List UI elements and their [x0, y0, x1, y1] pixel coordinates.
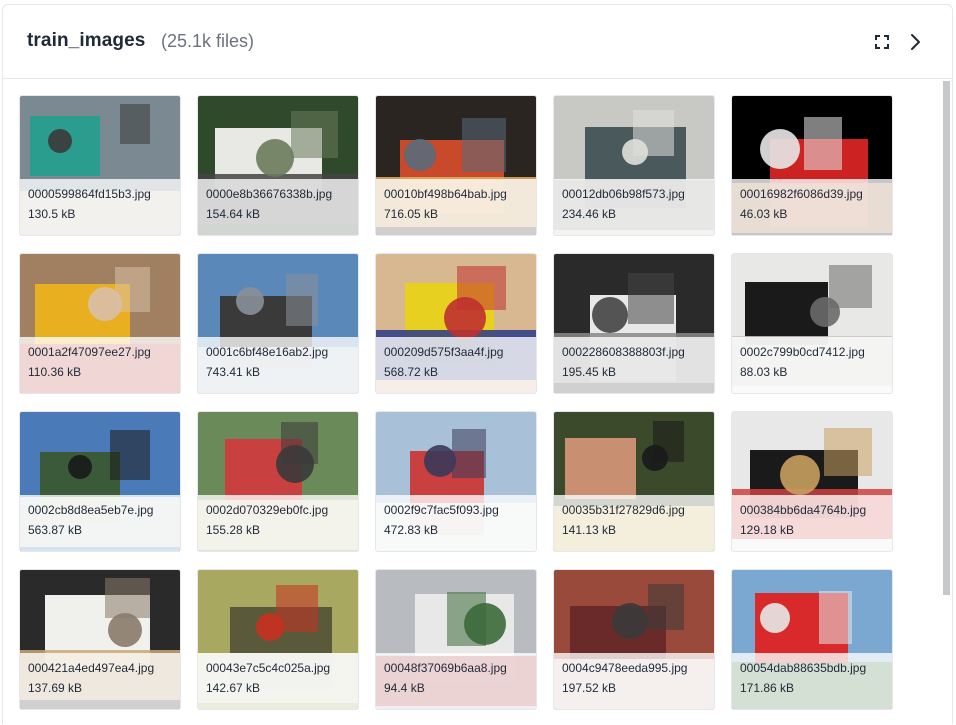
file-size: 154.64 kB: [206, 207, 261, 221]
image-caption: 000228608388803f.jpg 195.45 kB: [554, 337, 714, 393]
image-grid: 0000599864fd15b3.jpg 130.5 kB 0000e8b36676…: [19, 95, 919, 725]
image-caption: 0004c9478eeda995.jpg 197.52 kB: [554, 653, 714, 709]
fullscreen-icon[interactable]: [869, 29, 895, 55]
file-name: 000209d575f3aa4f.jpg: [384, 345, 504, 359]
folder-title: train_images: [27, 30, 146, 51]
file-name: 0000e8b36676338b.jpg: [206, 187, 333, 201]
image-caption: 00016982f6086d39.jpg 46.03 kB: [732, 179, 892, 235]
file-size: 46.03 kB: [740, 207, 788, 221]
file-size: 563.87 kB: [28, 523, 83, 537]
file-name: 00035b31f27829d6.jpg: [562, 503, 685, 517]
image-tile[interactable]: 0004c9478eeda995.jpg 197.52 kB: [553, 569, 715, 710]
image-tile[interactable]: 00035b31f27829d6.jpg 141.13 kB: [553, 411, 715, 552]
image-tile[interactable]: 000209d575f3aa4f.jpg 568.72 kB: [375, 253, 537, 394]
file-size: 197.52 kB: [562, 681, 617, 695]
image-tile[interactable]: 000384bb6da4764b.jpg 129.18 kB: [731, 411, 893, 552]
image-tile[interactable]: 0000e8b36676338b.jpg 154.64 kB: [197, 95, 359, 236]
file-size: 716.05 kB: [384, 207, 439, 221]
image-tile[interactable]: 0001a2f47097ee27.jpg 110.36 kB: [19, 253, 181, 394]
image-caption: 0000e8b36676338b.jpg 154.64 kB: [198, 179, 358, 235]
file-name: 000421a4ed497ea4.jpg: [28, 661, 155, 675]
chevron-right-icon[interactable]: [902, 29, 928, 55]
image-caption: 00010bf498b64bab.jpg 716.05 kB: [376, 179, 536, 235]
image-tile[interactable]: 00043e7c5c4c025a.jpg 142.67 kB: [197, 569, 359, 710]
file-name: 00054dab88635bdb.jpg: [740, 661, 867, 675]
image-tile[interactable]: 00048f37069b6aa8.jpg 94.4 kB: [375, 569, 537, 710]
file-name: 0002d070329eb0fc.jpg: [206, 503, 329, 517]
image-caption: 0002c799b0cd7412.jpg 88.03 kB: [732, 337, 892, 393]
file-name: 0002f9c7fac5f093.jpg: [384, 503, 499, 517]
image-caption: 0002d070329eb0fc.jpg 155.28 kB: [198, 495, 358, 551]
image-tile[interactable]: 00016982f6086d39.jpg 46.03 kB: [731, 95, 893, 236]
image-caption: 0000599864fd15b3.jpg 130.5 kB: [20, 179, 180, 235]
file-size: 472.83 kB: [384, 523, 439, 537]
file-name: 0004c9478eeda995.jpg: [562, 661, 688, 675]
file-name: 00043e7c5c4c025a.jpg: [206, 661, 331, 675]
image-caption: 00054dab88635bdb.jpg 171.86 kB: [732, 653, 892, 709]
image-caption: 0002f9c7fac5f093.jpg 472.83 kB: [376, 495, 536, 551]
image-tile[interactable]: 0001c6bf48e16ab2.jpg 743.41 kB: [197, 253, 359, 394]
image-caption: 000209d575f3aa4f.jpg 568.72 kB: [376, 337, 536, 393]
image-tile[interactable]: 0002f9c7fac5f093.jpg 472.83 kB: [375, 411, 537, 552]
file-size: 130.5 kB: [28, 207, 76, 221]
file-name: 000384bb6da4764b.jpg: [740, 503, 867, 517]
image-caption: 0002cb8d8ea5eb7e.jpg 563.87 kB: [20, 495, 180, 551]
file-size: 137.69 kB: [28, 681, 83, 695]
image-tile[interactable]: 0002c799b0cd7412.jpg 88.03 kB: [731, 253, 893, 394]
image-tile[interactable]: 0002d070329eb0fc.jpg 155.28 kB: [197, 411, 359, 552]
file-browser-panel: train_images (25.1k files) 0000599864fd1…: [2, 4, 953, 725]
file-size: 142.67 kB: [206, 681, 261, 695]
image-caption: 00048f37069b6aa8.jpg 94.4 kB: [376, 653, 536, 709]
image-caption: 000421a4ed497ea4.jpg 137.69 kB: [20, 653, 180, 709]
file-size: 568.72 kB: [384, 365, 439, 379]
file-name: 0002cb8d8ea5eb7e.jpg: [28, 503, 154, 517]
file-size: 743.41 kB: [206, 365, 261, 379]
image-caption: 00035b31f27829d6.jpg 141.13 kB: [554, 495, 714, 551]
image-tile[interactable]: 000228608388803f.jpg 195.45 kB: [553, 253, 715, 394]
file-size: 141.13 kB: [562, 523, 617, 537]
image-tile[interactable]: 00012db06b98f573.jpg 234.46 kB: [553, 95, 715, 236]
file-name: 0001a2f47097ee27.jpg: [28, 345, 151, 359]
file-name: 00010bf498b64bab.jpg: [384, 187, 507, 201]
file-name: 00016982f6086d39.jpg: [740, 187, 863, 201]
file-size: 94.4 kB: [384, 681, 425, 695]
image-tile[interactable]: 00010bf498b64bab.jpg 716.05 kB: [375, 95, 537, 236]
file-size: 88.03 kB: [740, 365, 788, 379]
scrollbar-thumb[interactable]: [943, 81, 950, 595]
image-caption: 00043e7c5c4c025a.jpg 142.67 kB: [198, 653, 358, 709]
image-tile[interactable]: 000421a4ed497ea4.jpg 137.69 kB: [19, 569, 181, 710]
file-size: 171.86 kB: [740, 681, 795, 695]
image-tile[interactable]: 0002cb8d8ea5eb7e.jpg 563.87 kB: [19, 411, 181, 552]
file-size: 110.36 kB: [28, 365, 82, 379]
file-size: 234.46 kB: [562, 207, 617, 221]
file-name: 00048f37069b6aa8.jpg: [384, 661, 507, 675]
file-name: 0002c799b0cd7412.jpg: [740, 345, 865, 359]
scrollbar[interactable]: [942, 79, 950, 725]
image-caption: 0001c6bf48e16ab2.jpg 743.41 kB: [198, 337, 358, 393]
file-size: 195.45 kB: [562, 365, 617, 379]
file-name: 0001c6bf48e16ab2.jpg: [206, 345, 329, 359]
image-caption: 00012db06b98f573.jpg 234.46 kB: [554, 179, 714, 235]
file-name: 00012db06b98f573.jpg: [562, 187, 685, 201]
file-size: 155.28 kB: [206, 523, 261, 537]
file-name: 000228608388803f.jpg: [562, 345, 685, 359]
file-count: (25.1k files): [161, 31, 255, 51]
image-tile[interactable]: 00054dab88635bdb.jpg 171.86 kB: [731, 569, 893, 710]
panel-header: train_images (25.1k files): [3, 5, 952, 79]
image-caption: 0001a2f47097ee27.jpg 110.36 kB: [20, 337, 180, 393]
image-tile[interactable]: 0000599864fd15b3.jpg 130.5 kB: [19, 95, 181, 236]
image-caption: 000384bb6da4764b.jpg 129.18 kB: [732, 495, 892, 551]
file-size: 129.18 kB: [740, 523, 795, 537]
file-name: 0000599864fd15b3.jpg: [28, 187, 151, 201]
